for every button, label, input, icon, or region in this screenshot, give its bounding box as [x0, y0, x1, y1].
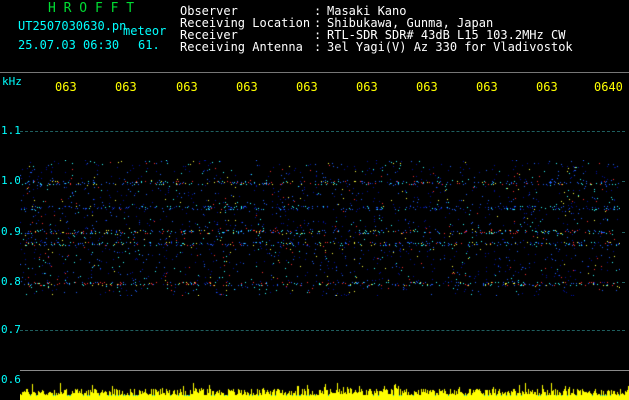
- time-tick: 063: [536, 80, 558, 94]
- info-sep: :: [314, 40, 322, 54]
- freq-tick: 1.0: [1, 174, 21, 187]
- time-tick: 063: [296, 80, 318, 94]
- count-label: 61.: [138, 38, 160, 52]
- freq-unit-label: kHz: [2, 75, 22, 88]
- time-tick: 063: [236, 80, 258, 94]
- freq-tick: 1.1: [1, 124, 21, 137]
- time-tick: 063: [356, 80, 378, 94]
- time-tick: 0640: [594, 80, 623, 94]
- freq-tick: 0.8: [1, 275, 21, 288]
- freq-tick: 0.6: [1, 373, 21, 386]
- time-tick: 063: [176, 80, 198, 94]
- time-tick: 063: [55, 80, 77, 94]
- info-value-antenna: 3el Yagi(V) Az 330 for Vladivostok: [327, 40, 573, 54]
- filename-label: UT2507030630.pn: [18, 19, 127, 33]
- freq-tick: 0.7: [1, 323, 21, 336]
- freq-gridline: [20, 330, 625, 331]
- mode-label: meteor: [123, 24, 167, 38]
- signal-level-bars: [20, 378, 629, 400]
- header-divider: [0, 72, 629, 73]
- time-tick: 063: [416, 80, 438, 94]
- app-title: H R O F F T: [48, 1, 135, 16]
- freq-tick: 0.9: [1, 225, 21, 238]
- time-tick: 063: [115, 80, 137, 94]
- datetime-label: 25.07.03 06:30: [18, 38, 120, 52]
- spectrogram: [20, 160, 620, 296]
- reference-line: [20, 370, 629, 371]
- info-label-antenna: Receiving Antenna: [180, 40, 303, 54]
- time-tick: 063: [476, 80, 498, 94]
- freq-gridline: [20, 131, 625, 132]
